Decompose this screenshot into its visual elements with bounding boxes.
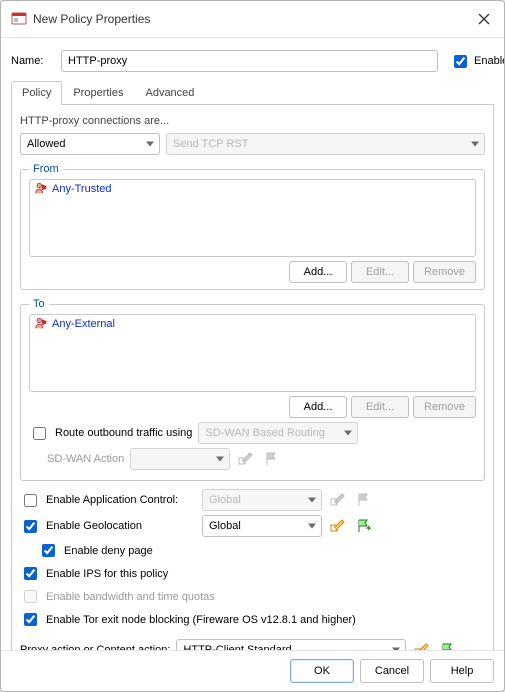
name-input[interactable] <box>61 50 438 72</box>
geolocation-export-icon[interactable] <box>354 516 374 536</box>
from-alias-label: Any-Trusted <box>52 183 112 195</box>
geolocation-scope-select[interactable]: Global <box>202 515 322 537</box>
tor-blocking-label: Enable Tor exit node blocking (Fireware … <box>46 614 356 626</box>
to-remove-button: Remove <box>413 396 476 418</box>
titlebar: New Policy Properties <box>1 1 504 38</box>
ips-checkbox[interactable] <box>24 567 37 580</box>
connections-heading: HTTP-proxy connections are... <box>20 115 485 127</box>
app-control-flag-icon <box>354 490 374 510</box>
bandwidth-quotas-checkbox <box>24 590 37 603</box>
tab-advanced[interactable]: Advanced <box>134 81 205 105</box>
app-control-edit-icon <box>328 490 348 510</box>
connections-advisory-select: Send TCP RST <box>166 133 485 155</box>
help-button[interactable]: Help <box>430 659 494 683</box>
window-title: New Policy Properties <box>33 12 474 26</box>
from-edit-button: Edit... <box>351 261 409 283</box>
ok-button[interactable]: OK <box>290 659 354 683</box>
enable-checkbox[interactable] <box>454 55 467 68</box>
sdwan-action-select <box>130 448 230 470</box>
to-legend: To <box>29 298 49 310</box>
deny-page-label: Enable deny page <box>64 545 153 557</box>
to-add-button[interactable]: Add... <box>289 396 347 418</box>
name-label: Name: <box>11 55 55 67</box>
from-remove-button: Remove <box>413 261 476 283</box>
list-item[interactable]: Any-External <box>30 315 475 333</box>
route-method-select: SD-WAN Based Routing <box>198 422 358 444</box>
to-list[interactable]: Any-External <box>29 314 476 392</box>
ips-label: Enable IPS for this policy <box>46 568 168 580</box>
from-legend: From <box>29 163 63 175</box>
cancel-button[interactable]: Cancel <box>360 659 424 683</box>
tor-blocking-checkbox[interactable] <box>24 613 37 626</box>
geolocation-checkbox[interactable] <box>24 520 37 533</box>
bandwidth-quotas-label: Enable bandwidth and time quotas <box>46 591 215 603</box>
tab-properties[interactable]: Properties <box>62 81 134 105</box>
sdwan-flag-icon <box>262 449 282 469</box>
from-add-button[interactable]: Add... <box>289 261 347 283</box>
connections-allow-select[interactable]: Allowed <box>20 133 160 155</box>
geolocation-label: Enable Geolocation <box>46 520 196 532</box>
route-outbound-label: Route outbound traffic using <box>55 427 192 439</box>
to-alias-label: Any-External <box>52 318 115 330</box>
sdwan-action-label: SD-WAN Action <box>47 453 124 465</box>
tabstrip: Policy Properties Advanced <box>11 80 494 105</box>
to-group: To Any-External Add... Edit... Remove <box>20 298 485 481</box>
app-control-scope-select: Global <box>202 489 322 511</box>
geolocation-edit-icon[interactable] <box>328 516 348 536</box>
alias-icon <box>34 317 48 331</box>
enable-label: Enable <box>474 55 505 67</box>
to-edit-button: Edit... <box>351 396 409 418</box>
route-outbound-checkbox[interactable] <box>33 427 46 440</box>
from-group: From Any-Trusted Add... Edit... Remove <box>20 163 485 290</box>
alias-icon <box>34 182 48 196</box>
app-control-checkbox[interactable] <box>24 494 37 507</box>
deny-page-checkbox[interactable] <box>42 544 55 557</box>
close-button[interactable] <box>474 9 494 29</box>
list-item[interactable]: Any-Trusted <box>30 180 475 198</box>
from-list[interactable]: Any-Trusted <box>29 179 476 257</box>
dialog-footer: OK Cancel Help <box>1 650 504 691</box>
sdwan-edit-icon <box>236 449 256 469</box>
app-icon <box>11 11 27 27</box>
app-control-label: Enable Application Control: <box>46 494 196 506</box>
tab-policy[interactable]: Policy <box>11 81 62 105</box>
